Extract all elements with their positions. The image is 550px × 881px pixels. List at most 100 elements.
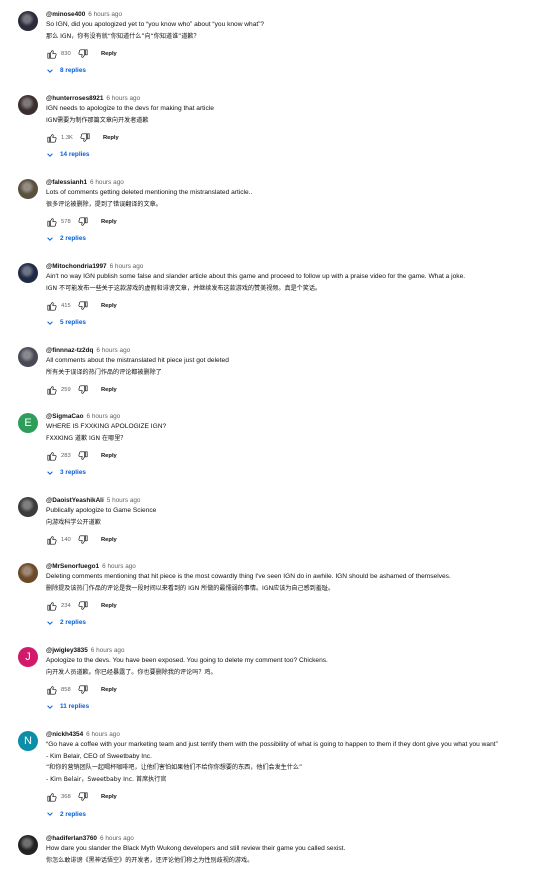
comment-header: @SigmaCao 6 hours ago — [46, 412, 544, 421]
view-replies-button[interactable]: 8 replies — [44, 64, 544, 78]
comment-time[interactable]: 5 hours ago — [107, 497, 141, 504]
reply-button[interactable]: Reply — [99, 384, 119, 396]
comment-item: @MrSenorfuego1 6 hours ago Deleting commen… — [18, 562, 544, 630]
like-count: 858 — [61, 686, 71, 693]
thumbs-down-icon[interactable] — [77, 791, 89, 803]
comment-header: @DaoistYeashikAli 5 hours ago — [46, 496, 544, 505]
comment-actions: 415 Reply — [46, 298, 544, 314]
thumbs-up-icon[interactable] — [46, 791, 58, 803]
comment-actions: 578 Reply — [46, 214, 544, 230]
comment-item: @minose400 6 hours ago So IGN, did you apo… — [18, 10, 544, 78]
avatar[interactable] — [18, 179, 38, 199]
thumbs-up-icon[interactable] — [46, 216, 58, 228]
replies-count: 14 replies — [60, 151, 90, 158]
replies-count: 2 replies — [60, 810, 86, 818]
chevron-down-icon — [44, 617, 56, 629]
avatar[interactable] — [18, 563, 38, 583]
avatar[interactable]: E — [18, 413, 38, 433]
avatar[interactable]: N — [18, 731, 38, 751]
thumbs-up-icon[interactable] — [46, 132, 58, 144]
thumbs-down-icon[interactable] — [77, 450, 89, 462]
comment-author[interactable]: @DaoistYeashikAli — [46, 497, 104, 504]
view-replies-button[interactable]: 2 replies — [44, 616, 544, 630]
thumbs-down-icon[interactable] — [77, 384, 89, 396]
reply-button[interactable]: Reply — [99, 791, 119, 803]
comment-body: @falessianh1 6 hours ago Lots of comments … — [46, 178, 544, 246]
thumbs-up-icon[interactable] — [46, 534, 58, 546]
reply-button[interactable]: Reply — [99, 48, 119, 60]
comment-time[interactable]: 6 hours ago — [86, 731, 120, 738]
reply-button[interactable]: Reply — [99, 534, 119, 546]
comment-author[interactable]: @nickh4354 — [46, 731, 83, 738]
comment-time[interactable]: 6 hours ago — [96, 347, 130, 354]
comment-body: @hunterroses8921 6 hours ago IGN needs to … — [46, 94, 544, 162]
thumbs-up-icon[interactable] — [46, 48, 58, 60]
reply-button[interactable]: Reply — [99, 300, 119, 312]
reply-button[interactable]: Reply — [99, 450, 119, 462]
comment-text: Lots of comments getting deleted mention… — [46, 189, 253, 196]
avatar[interactable] — [18, 11, 38, 31]
avatar-letter: N — [24, 735, 32, 747]
thumbs-down-icon[interactable] — [77, 216, 89, 228]
comment-author[interactable]: @hunterroses8921 — [46, 95, 103, 102]
comment-time[interactable]: 6 hours ago — [110, 263, 144, 270]
comment-author[interactable]: @Mitochondria1997 — [46, 263, 107, 270]
thumbs-up-icon[interactable] — [46, 384, 58, 396]
comment-header: @Mitochondria1997 6 hours ago — [46, 262, 544, 271]
comment-header: @hadiferlan3760 6 hours ago — [46, 834, 544, 843]
comment-body: @SigmaCao 6 hours ago WHERE IS FXXKING APO… — [46, 412, 544, 480]
comment-text: All comments about the mistranslated hit… — [46, 357, 229, 364]
thumbs-down-icon[interactable] — [77, 684, 89, 696]
view-replies-button[interactable]: 2 replies — [44, 232, 544, 246]
comment-time[interactable]: 6 hours ago — [91, 647, 125, 654]
comment-translation: IGN 不可能发布一些关于这款游戏的虚假和诽谤文章，并继续发布这款游戏的赞美视频… — [46, 284, 322, 292]
view-replies-button[interactable]: 2 replies — [44, 807, 544, 821]
comment-header: @jwigley3835 6 hours ago — [46, 646, 544, 655]
like-count: 283 — [61, 452, 71, 459]
avatar[interactable] — [18, 835, 38, 855]
reply-button[interactable]: Reply — [99, 600, 119, 612]
reply-button[interactable]: Reply — [99, 684, 119, 696]
comment-time[interactable]: 6 hours ago — [88, 11, 122, 18]
view-replies-button[interactable]: 3 replies — [44, 466, 544, 480]
thumbs-down-icon[interactable] — [77, 534, 89, 546]
comment-author[interactable]: @falessianh1 — [46, 179, 87, 186]
avatar[interactable] — [18, 95, 38, 115]
replies-count: 2 replies — [60, 619, 86, 626]
thumbs-down-icon[interactable] — [77, 600, 89, 612]
comment-author[interactable]: @jwigley3835 — [46, 647, 88, 654]
thumbs-up-icon[interactable] — [46, 600, 58, 612]
thumbs-down-icon[interactable] — [77, 300, 89, 312]
comment-author[interactable]: @minose400 — [46, 11, 85, 18]
thumbs-down-icon[interactable] — [77, 48, 89, 60]
comment-author[interactable]: @MrSenorfuego1 — [46, 563, 99, 570]
comment-author[interactable]: @finnnaz-tz2dq — [46, 347, 93, 354]
view-replies-button[interactable]: 5 replies — [44, 316, 544, 330]
avatar-letter: J — [25, 651, 31, 663]
comment-author[interactable]: @hadiferlan3760 — [46, 835, 97, 842]
comment-text: “Go have a coffee with your marketing te… — [46, 741, 498, 748]
comment-body: @DaoistYeashikAli 5 hours ago Publically a… — [46, 496, 544, 548]
avatar[interactable] — [18, 263, 38, 283]
reply-button[interactable]: Reply — [99, 216, 119, 228]
avatar[interactable]: J — [18, 647, 38, 667]
comment-time[interactable]: 6 hours ago — [106, 95, 140, 102]
comment-time[interactable]: 6 hours ago — [100, 835, 134, 842]
comment-time[interactable]: 6 hours ago — [86, 413, 120, 420]
comment-time[interactable]: 6 hours ago — [90, 179, 124, 186]
like-count: 1.3K — [61, 134, 73, 141]
comment-text: Deleting comments mentioning that hit pi… — [46, 573, 451, 580]
comment-translation: IGN需要为制作那篇文章向开发者道歉 — [46, 116, 149, 124]
comment-text: WHERE IS FXXKING APOLOGIZE IGN? — [46, 423, 167, 430]
comment-author[interactable]: @SigmaCao — [46, 413, 83, 420]
comment-time[interactable]: 6 hours ago — [102, 563, 136, 570]
avatar[interactable] — [18, 497, 38, 517]
avatar[interactable] — [18, 347, 38, 367]
view-replies-button[interactable]: 14 replies — [44, 148, 544, 162]
view-replies-button[interactable]: 11 replies — [44, 700, 544, 714]
thumbs-up-icon[interactable] — [46, 450, 58, 462]
thumbs-up-icon[interactable] — [46, 684, 58, 696]
thumbs-down-icon[interactable] — [79, 132, 91, 144]
thumbs-up-icon[interactable] — [46, 300, 58, 312]
reply-button[interactable]: Reply — [101, 132, 121, 144]
